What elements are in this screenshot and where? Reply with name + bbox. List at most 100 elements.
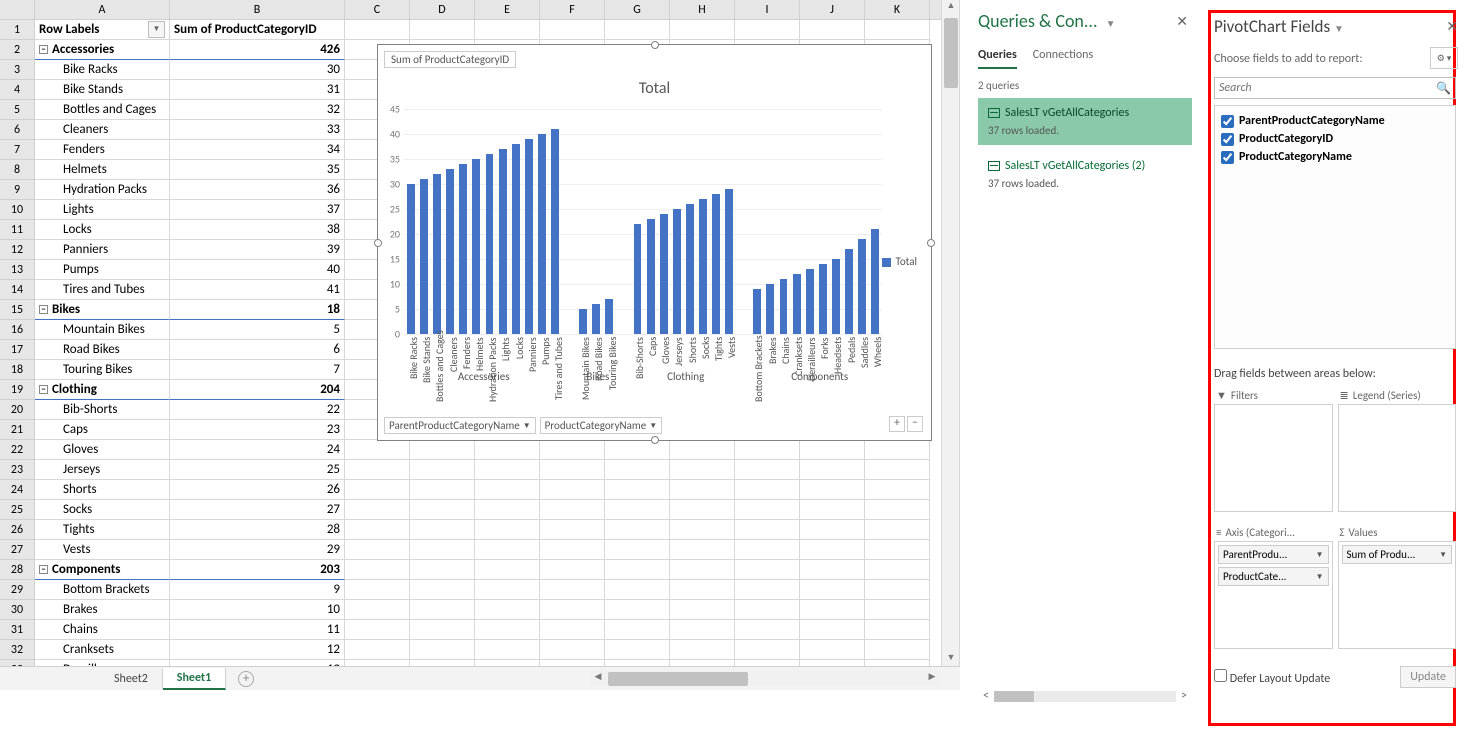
chart-bar[interactable] bbox=[673, 209, 681, 334]
chart-bar[interactable] bbox=[459, 164, 467, 334]
fields-search[interactable]: 🔍 bbox=[1214, 77, 1456, 99]
row-header[interactable]: 23 bbox=[0, 460, 35, 480]
data-cell-value[interactable]: 34 bbox=[170, 140, 345, 160]
row-header[interactable]: 11 bbox=[0, 220, 35, 240]
data-cell-value[interactable]: 25 bbox=[170, 460, 345, 480]
data-cell-label[interactable]: Jerseys bbox=[35, 460, 170, 480]
data-cell-value[interactable]: 22 bbox=[170, 400, 345, 420]
row-header[interactable]: 8 bbox=[0, 160, 35, 180]
field-checkbox[interactable]: ProductCategoryID bbox=[1221, 132, 1333, 146]
chart-bar[interactable] bbox=[766, 284, 774, 334]
chart-legend[interactable]: Total bbox=[882, 255, 917, 268]
data-cell-label[interactable]: Mountain Bikes bbox=[35, 320, 170, 340]
expand-button[interactable]: + bbox=[889, 416, 905, 432]
chart-bar[interactable] bbox=[793, 274, 801, 334]
data-cell-label[interactable]: Brakes bbox=[35, 600, 170, 620]
data-cell-value[interactable]: 31 bbox=[170, 80, 345, 100]
data-cell-label[interactable]: Tires and Tubes bbox=[35, 280, 170, 300]
pivot-chart[interactable]: Sum of ProductCategoryID Total Total 051… bbox=[377, 44, 932, 441]
data-cell-label[interactable]: Bib-Shorts bbox=[35, 400, 170, 420]
chart-bar[interactable] bbox=[806, 269, 814, 334]
row-header[interactable]: 27 bbox=[0, 540, 35, 560]
data-cell-label[interactable]: Caps bbox=[35, 420, 170, 440]
add-sheet-button[interactable]: + bbox=[238, 671, 254, 687]
row-header[interactable]: 28 bbox=[0, 560, 35, 580]
row-header[interactable]: 32 bbox=[0, 640, 35, 660]
area-legend[interactable]: ≣Legend (Series) bbox=[1338, 387, 1457, 519]
area-field-item[interactable]: ParentProdu...▼ bbox=[1218, 545, 1329, 564]
dropdown-icon[interactable]: ▼ bbox=[1106, 17, 1116, 30]
data-cell-value[interactable]: 36 bbox=[170, 180, 345, 200]
data-cell-value[interactable]: 33 bbox=[170, 120, 345, 140]
row-header[interactable]: 12 bbox=[0, 240, 35, 260]
group-total[interactable]: 203 bbox=[170, 560, 345, 580]
group-cell[interactable]: −Accessories bbox=[35, 40, 170, 60]
row-header[interactable]: 25 bbox=[0, 500, 35, 520]
chart-bar[interactable] bbox=[512, 144, 520, 334]
data-cell-label[interactable]: Lights bbox=[35, 200, 170, 220]
data-cell-value[interactable]: 32 bbox=[170, 100, 345, 120]
row-header[interactable]: 2 bbox=[0, 40, 35, 60]
scroll-left-icon[interactable]: < bbox=[978, 689, 994, 703]
scroll-up-icon[interactable]: ▲ bbox=[942, 0, 960, 16]
row-header[interactable]: 13 bbox=[0, 260, 35, 280]
row-header[interactable]: 24 bbox=[0, 480, 35, 500]
row-header[interactable]: 26 bbox=[0, 520, 35, 540]
sheet-tab-sheet1[interactable]: Sheet1 bbox=[163, 668, 226, 690]
row-header[interactable]: 30 bbox=[0, 600, 35, 620]
col-header-H[interactable]: H bbox=[670, 0, 735, 19]
data-cell-label[interactable]: Bottom Brackets bbox=[35, 580, 170, 600]
data-cell-label[interactable]: Bike Stands bbox=[35, 80, 170, 100]
data-cell-value[interactable]: 26 bbox=[170, 480, 345, 500]
row-header[interactable]: 3 bbox=[0, 60, 35, 80]
row-header[interactable]: 1 bbox=[0, 20, 35, 40]
data-cell-value[interactable]: 35 bbox=[170, 160, 345, 180]
chart-bar[interactable] bbox=[407, 184, 415, 334]
row-header[interactable]: 16 bbox=[0, 320, 35, 340]
row-header[interactable]: 4 bbox=[0, 80, 35, 100]
area-field-item[interactable]: ProductCate...▼ bbox=[1218, 567, 1329, 586]
chart-bar[interactable] bbox=[753, 289, 761, 334]
row-header[interactable]: 20 bbox=[0, 400, 35, 420]
scroll-thumb[interactable] bbox=[944, 18, 958, 88]
data-cell-label[interactable]: Panniers bbox=[35, 240, 170, 260]
col-header-B[interactable]: B bbox=[170, 0, 345, 19]
row-header[interactable]: 6 bbox=[0, 120, 35, 140]
data-cell-value[interactable]: 6 bbox=[170, 340, 345, 360]
chart-bar[interactable] bbox=[486, 154, 494, 334]
data-cell-label[interactable]: Touring Bikes bbox=[35, 360, 170, 380]
resize-handle-e[interactable] bbox=[927, 239, 935, 247]
data-cell-value[interactable]: 39 bbox=[170, 240, 345, 260]
data-cell-label[interactable]: Tights bbox=[35, 520, 170, 540]
scroll-thumb[interactable] bbox=[608, 672, 748, 686]
row-header[interactable]: 15 bbox=[0, 300, 35, 320]
chart-bar[interactable] bbox=[699, 199, 707, 334]
data-cell-value[interactable]: 30 bbox=[170, 60, 345, 80]
row-header[interactable]: 5 bbox=[0, 100, 35, 120]
area-values[interactable]: ΣValues Sum of Produ...▼ bbox=[1338, 524, 1457, 656]
cell-sum-hdr[interactable]: Sum of ProductCategoryID bbox=[170, 20, 345, 40]
group-total[interactable]: 204 bbox=[170, 380, 345, 400]
scroll-thumb[interactable] bbox=[994, 691, 1034, 702]
resize-handle-s[interactable] bbox=[651, 436, 659, 444]
collapse-icon[interactable]: − bbox=[39, 305, 48, 314]
col-header-I[interactable]: I bbox=[735, 0, 800, 19]
data-cell-value[interactable]: 40 bbox=[170, 260, 345, 280]
data-cell-value[interactable]: 12 bbox=[170, 640, 345, 660]
chart-field-button[interactable]: Sum of ProductCategoryID bbox=[384, 51, 516, 68]
data-cell-value[interactable]: 29 bbox=[170, 540, 345, 560]
scroll-left-icon[interactable]: ◀ bbox=[590, 671, 606, 687]
data-cell-label[interactable]: Helmets bbox=[35, 160, 170, 180]
area-filters[interactable]: ▼Filters bbox=[1214, 387, 1333, 519]
col-header-A[interactable]: A bbox=[35, 0, 170, 19]
col-header-D[interactable]: D bbox=[410, 0, 475, 19]
scroll-right-icon[interactable]: > bbox=[1176, 689, 1192, 703]
chart-bar[interactable] bbox=[832, 259, 840, 334]
cell-rowlabels-hdr[interactable]: Row Labels▼ bbox=[35, 20, 170, 40]
row-header[interactable]: 29 bbox=[0, 580, 35, 600]
data-cell-label[interactable]: Bike Racks bbox=[35, 60, 170, 80]
area-axis[interactable]: ≡Axis (Categori... ParentProdu...▼Produc… bbox=[1214, 524, 1333, 656]
scroll-right-icon[interactable]: ▶ bbox=[924, 671, 940, 687]
group-cell[interactable]: −Clothing bbox=[35, 380, 170, 400]
row-header[interactable]: 18 bbox=[0, 360, 35, 380]
